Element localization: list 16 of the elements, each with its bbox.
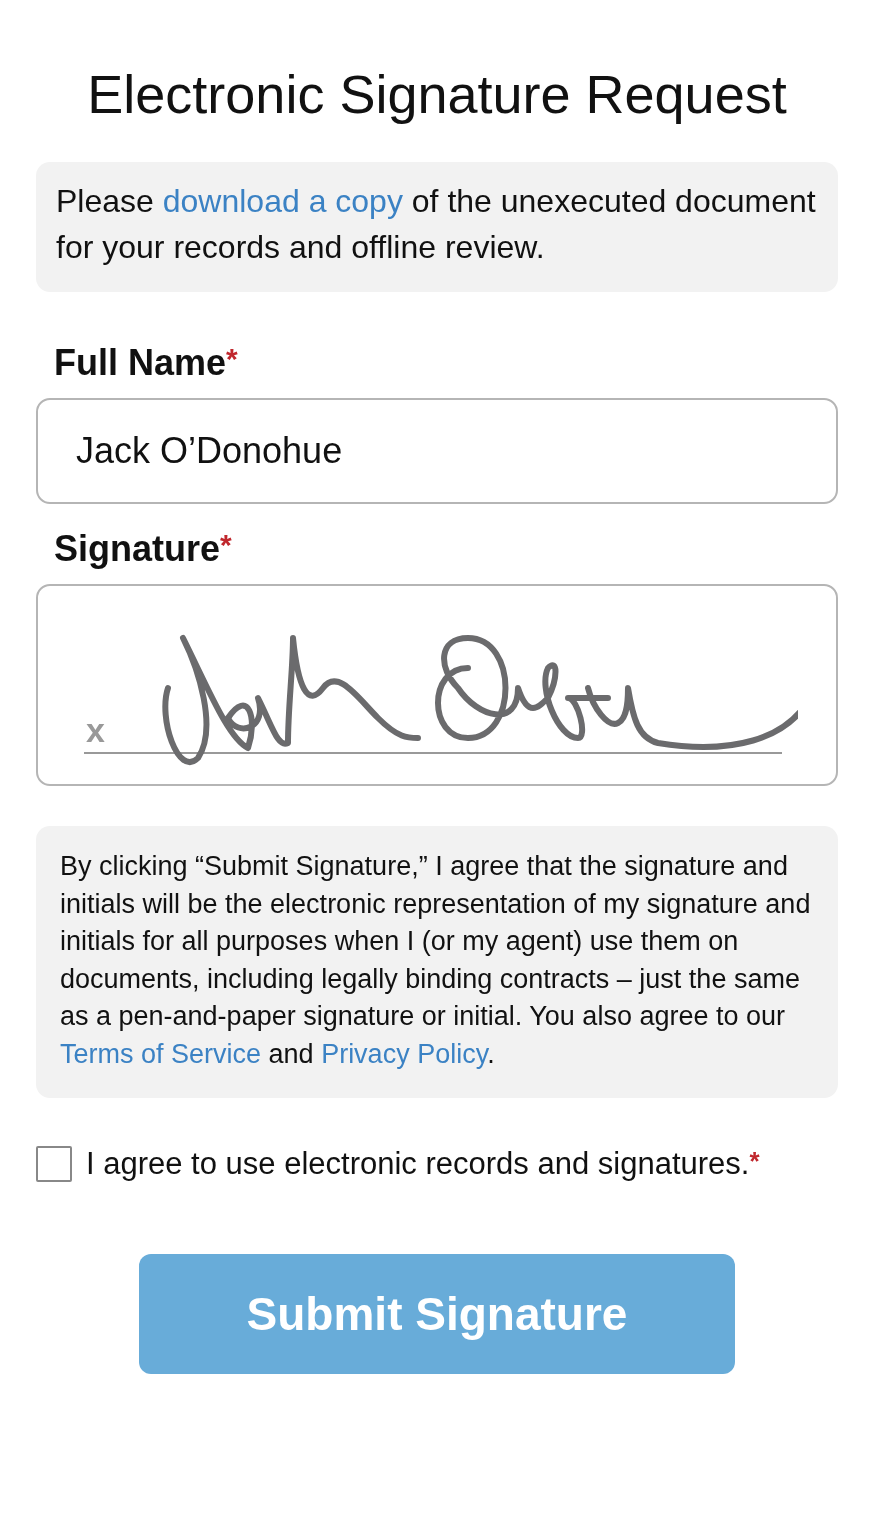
policy-link[interactable]: Privacy Policy (321, 1038, 488, 1069)
page-title: Electronic Signature Request (86, 63, 788, 126)
notice-text: Please download a copy of the unexecuted document for your records and offline review. (56, 182, 817, 267)
policy-link[interactable]: Terms of Service (60, 1038, 262, 1069)
signature-pad[interactable]: x (36, 584, 838, 786)
required-mark: * (220, 528, 232, 561)
name-field[interactable]: Jack O’Donohue (36, 398, 838, 504)
required-mark: * (749, 1145, 760, 1176)
terms-text: By clicking “Submit Signature,” I agree that the signature and initials will be the electronic representation of my signature and initials for all purposes when I (or my agent) use them on documents, including legally binding contracts – just the same as a pen-and-paper signature or initial. You also agree to our Terms of Service and Privacy Policy. (60, 850, 812, 1071)
required-mark: * (226, 342, 238, 376)
field-label: Full Name (54, 342, 227, 384)
consent-label[interactable]: I agree to use electronic records and signatures. (86, 1145, 750, 1182)
field-label: Signature (54, 528, 221, 570)
sign-here-mark: x (86, 710, 105, 750)
consent-checkbox[interactable] (36, 1145, 72, 1182)
download-link[interactable]: download a copy (162, 183, 403, 219)
